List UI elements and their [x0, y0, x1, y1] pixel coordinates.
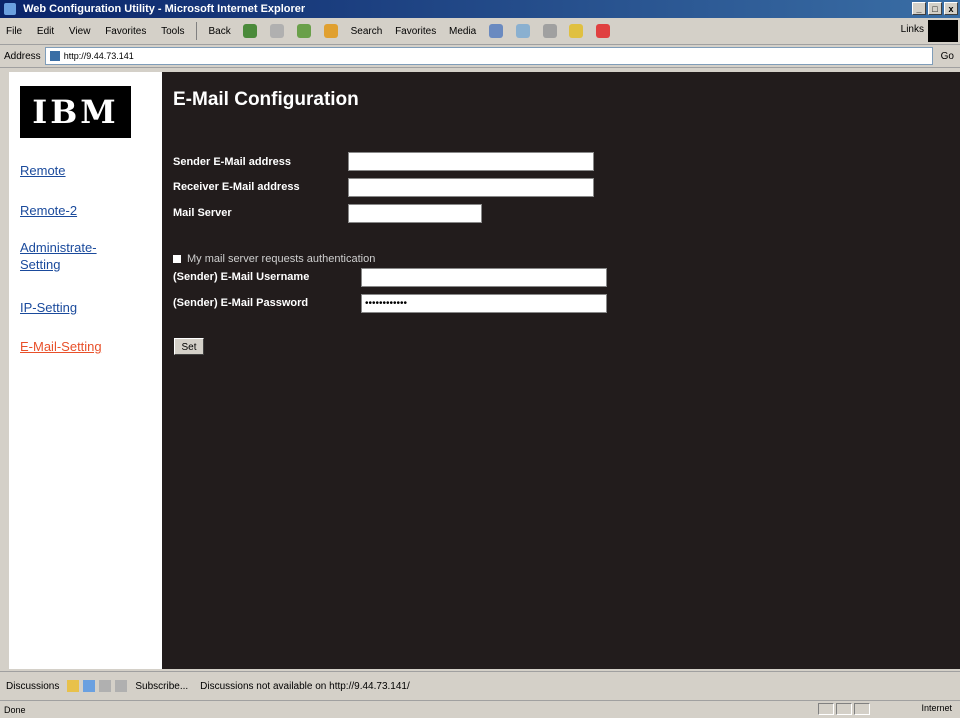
new-discussion-icon[interactable] [67, 680, 80, 692]
menu-favorites[interactable]: Favorites [105, 26, 146, 37]
window-title-bar: Web Configuration Utility - Microsoft In… [0, 0, 960, 18]
auth-checkbox[interactable] [173, 255, 181, 263]
sidebar-item-ip-setting[interactable]: IP-Setting [20, 299, 77, 316]
home-icon[interactable] [323, 24, 338, 38]
address-url: http://9.44.73.141 [63, 51, 134, 61]
status-bar: Done Internet [0, 700, 960, 718]
discussions-bar: Discussions Subscribe... Discussions not… [0, 671, 960, 700]
discussions-message: Discussions not available on http://9.44… [200, 680, 410, 692]
mail-server-input[interactable] [348, 204, 482, 223]
menu-bar: File Edit View Favorites Tools [0, 26, 190, 37]
username-label: (Sender) E-Mail Username [173, 271, 310, 283]
history-icon[interactable] [489, 24, 504, 38]
folder-icon[interactable] [569, 24, 584, 38]
print-icon[interactable] [542, 24, 557, 38]
maximize-button[interactable]: □ [928, 2, 942, 15]
go-button[interactable]: Go [941, 51, 954, 62]
collapse-icon[interactable] [115, 680, 128, 692]
subscribe-button[interactable]: Subscribe... [135, 681, 188, 692]
internet-explorer-icon [4, 3, 16, 15]
status-cell [818, 703, 834, 715]
discussion-options-icon[interactable] [83, 680, 96, 692]
username-input[interactable] [361, 268, 607, 287]
menu-file[interactable]: File [6, 26, 22, 37]
messenger-icon[interactable] [596, 24, 611, 38]
sender-email-input[interactable] [348, 152, 594, 171]
status-cells [818, 703, 870, 715]
mail-icon[interactable] [515, 24, 530, 38]
receiver-email-label: Receiver E-Mail address [173, 181, 300, 193]
sidebar-item-remote-2[interactable]: Remote-2 [20, 202, 77, 219]
window-controls: _ □ x [912, 2, 958, 15]
media-button[interactable]: Media [449, 26, 476, 37]
sidebar: IBM Remote Remote-2 Administrate-Setting… [9, 72, 162, 669]
password-input[interactable]: •••••••••••• [361, 294, 607, 313]
address-field[interactable]: http://9.44.73.141 [44, 47, 933, 65]
address-bar: Address http://9.44.73.141 Go [0, 45, 960, 68]
stop-icon[interactable] [270, 24, 285, 38]
auth-checkbox-row[interactable]: My mail server requests authentication [173, 253, 375, 265]
menu-edit[interactable]: Edit [37, 26, 54, 37]
auth-checkbox-label: My mail server requests authentication [187, 253, 376, 265]
address-label: Address [4, 50, 41, 62]
internet-zone: Internet [921, 703, 952, 713]
ibm-logo: IBM [20, 86, 131, 138]
favorites-button[interactable]: Favorites [395, 26, 436, 37]
page-icon [49, 51, 60, 61]
sidebar-item-administrate-setting[interactable]: Administrate-Setting [20, 239, 130, 273]
standard-buttons: Back Search Favorites Media [203, 24, 615, 38]
back-button[interactable]: Back [208, 26, 230, 37]
discussions-button[interactable]: Discussions [6, 681, 59, 692]
search-button[interactable]: Search [351, 26, 383, 37]
sidebar-item-email-setting[interactable]: E-Mail-Setting [20, 338, 102, 355]
minimize-button[interactable]: _ [912, 2, 926, 15]
window-title: Web Configuration Utility - Microsoft In… [23, 3, 306, 15]
password-label: (Sender) E-Mail Password [173, 297, 309, 309]
browser-toolbar: File Edit View Favorites Tools Back Sear… [0, 18, 960, 45]
expand-icon[interactable] [99, 680, 112, 692]
forward-icon[interactable] [243, 24, 258, 38]
status-cell [854, 703, 870, 715]
windows-logo [928, 20, 958, 42]
main-content: E-Mail Configuration Sender E-Mail addre… [162, 72, 960, 669]
status-text: Done [4, 704, 26, 715]
menu-view[interactable]: View [69, 26, 91, 37]
menu-tools[interactable]: Tools [161, 26, 184, 37]
links-button[interactable]: Links [901, 24, 924, 35]
status-cell [836, 703, 852, 715]
set-button[interactable]: Set [174, 338, 204, 355]
refresh-icon[interactable] [297, 24, 312, 38]
close-button[interactable]: x [944, 2, 958, 15]
mail-server-label: Mail Server [173, 207, 232, 219]
page-title: E-Mail Configuration [173, 89, 359, 110]
sender-email-label: Sender E-Mail address [173, 156, 291, 168]
receiver-email-input[interactable] [348, 178, 594, 197]
toolbar-separator [196, 22, 198, 40]
sidebar-item-remote[interactable]: Remote [20, 162, 66, 179]
